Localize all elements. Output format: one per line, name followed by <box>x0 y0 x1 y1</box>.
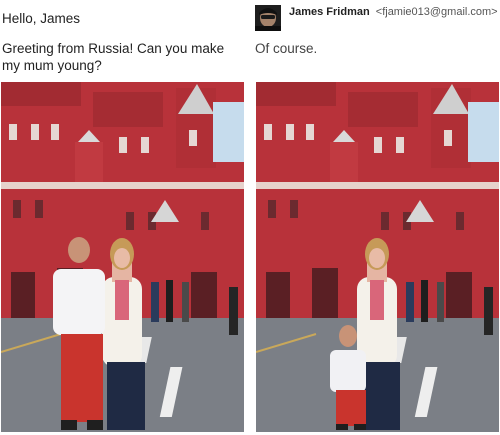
sender-header: James Fridman <fjamie013@gmail.com> <box>289 6 498 18</box>
original-photo <box>1 82 244 432</box>
sender-email: <fjamie013@gmail.com> <box>375 6 498 18</box>
sender-name: James Fridman <box>289 6 370 18</box>
reply-text: Of course. <box>255 41 318 56</box>
edited-photo <box>256 82 499 432</box>
message-request: Greeting from Russia! Can you make my mu… <box>2 41 225 73</box>
message-greeting: Hello, James <box>2 11 81 26</box>
sender-avatar <box>255 5 281 31</box>
